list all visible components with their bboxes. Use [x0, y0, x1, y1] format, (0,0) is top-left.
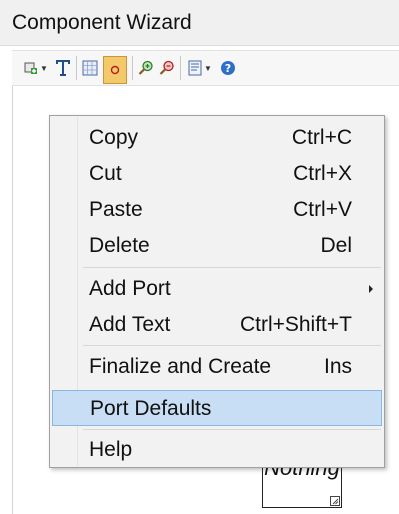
menu-item-paste[interactable]: Paste Ctrl+V: [52, 192, 382, 228]
text-tool-icon: [56, 60, 70, 76]
menu-item-label: Cut: [89, 162, 122, 185]
menu-separator: [83, 429, 381, 430]
menu-item-label: Paste: [89, 198, 143, 221]
help-icon: ?: [221, 61, 235, 75]
menu-separator: [83, 267, 381, 268]
zoom-out-icon: [159, 60, 174, 75]
menu-separator: [83, 345, 381, 346]
submenu-arrow-icon: [369, 285, 373, 293]
zoom-in-icon: [138, 60, 153, 75]
zoom-in-button[interactable]: [137, 58, 155, 78]
help-button[interactable]: ?: [219, 58, 237, 78]
resize-grip-icon[interactable]: [330, 496, 340, 506]
menu-item-copy[interactable]: Copy Ctrl+C: [52, 120, 382, 156]
menu-item-shortcut: Del: [320, 234, 352, 257]
menu-item-help[interactable]: Help: [52, 432, 382, 468]
menu-item-shortcut: Ctrl+X: [293, 162, 352, 185]
title-bar: Component Wizard: [0, 0, 399, 46]
window-title: Component Wizard: [12, 11, 192, 34]
menu-item-cut[interactable]: Cut Ctrl+X: [52, 156, 382, 192]
menu-item-port-defaults[interactable]: Port Defaults: [52, 390, 382, 426]
port-tool-button[interactable]: [103, 56, 127, 84]
add-component-icon: [24, 62, 38, 74]
page-button[interactable]: ▼: [185, 58, 215, 78]
grid-button[interactable]: [81, 58, 99, 78]
menu-item-finalize-and-create[interactable]: Finalize and Create Ins: [52, 349, 382, 385]
port-tool-icon: [110, 65, 120, 75]
menu-item-label: Add Text: [89, 313, 171, 336]
zoom-out-button[interactable]: [158, 58, 176, 78]
grid-icon: [82, 60, 98, 76]
menu-item-label: Help: [89, 438, 133, 461]
component-wizard-window: Component Wizard ▼ ▼ ? Copy Ctrl+C Cut C…: [0, 0, 399, 514]
menu-item-add-port[interactable]: Add Port: [52, 271, 382, 307]
chevron-down-icon: ▼: [204, 63, 212, 73]
svg-text:?: ?: [225, 62, 231, 75]
menu-item-add-text[interactable]: Add Text Ctrl+Shift+T: [52, 307, 382, 343]
toolbar-separator: [132, 56, 133, 80]
toolbar: ▼ ▼ ?: [12, 50, 399, 86]
page-icon: [188, 60, 202, 76]
menu-item-delete[interactable]: Delete Del: [52, 228, 382, 264]
menu-item-label: Copy: [89, 126, 139, 149]
context-menu: Copy Ctrl+C Cut Ctrl+X Paste Ctrl+V Dele…: [49, 115, 385, 468]
text-tool-button[interactable]: [54, 58, 72, 78]
menu-item-shortcut: Ctrl+Shift+T: [239, 313, 352, 336]
toolbar-separator: [180, 56, 181, 80]
menu-item-shortcut: Ctrl+V: [293, 198, 352, 221]
menu-item-shortcut: Ins: [323, 355, 352, 378]
menu-item-shortcut: Ctrl+C: [291, 126, 352, 149]
add-component-button[interactable]: ▼: [22, 58, 50, 78]
menu-item-label: Delete: [89, 234, 150, 257]
menu-item-label: Add Port: [89, 277, 171, 300]
menu-item-label: Finalize and Create: [89, 355, 272, 378]
chevron-down-icon: ▼: [40, 63, 48, 73]
menu-item-label: Port Defaults: [90, 397, 212, 420]
toolbar-separator: [76, 56, 77, 80]
